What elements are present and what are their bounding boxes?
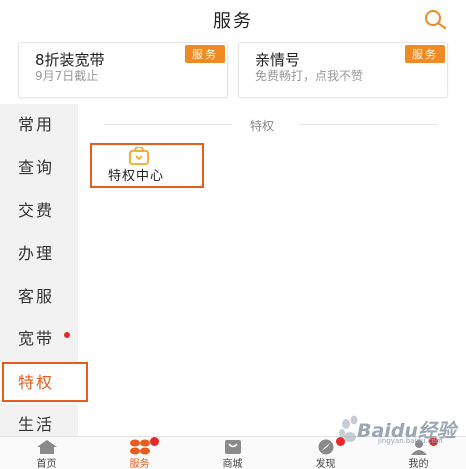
sidebar-item-label: 生活	[18, 415, 55, 434]
sidebar-item-handle[interactable]: 办理	[0, 233, 78, 275]
tab-mall[interactable]: 商城	[186, 437, 279, 469]
highlight-box	[2, 362, 88, 402]
sidebar-item-label: 交费	[18, 201, 55, 220]
notification-badge	[150, 437, 159, 446]
section-divider-right	[300, 124, 438, 125]
sidebar-item-label: 常用	[18, 115, 55, 134]
privilege-bag-icon	[129, 147, 149, 165]
promo-card-family-number[interactable]: 亲情号 免费畅打，点我不赞 服务	[238, 42, 448, 98]
sidebar-item-payment[interactable]: 交费	[0, 190, 78, 232]
tab-service[interactable]: 服务	[93, 437, 186, 469]
tab-label: 我的	[408, 459, 429, 469]
tab-label: 服务	[129, 459, 150, 469]
sidebar-item-broadband[interactable]: 宽带	[0, 318, 78, 360]
tab-home[interactable]: 首页	[0, 437, 93, 469]
sidebar-item-label: 客服	[18, 287, 55, 306]
promo-card-broadband[interactable]: 8折装宽带 9月7日截止 服务	[18, 42, 228, 98]
tab-label: 发现	[315, 459, 336, 469]
section-label: 特权	[250, 119, 275, 133]
mall-bag-icon	[225, 440, 241, 454]
home-icon	[37, 440, 57, 454]
tab-label: 商城	[222, 459, 243, 469]
service-grid-icon	[130, 439, 150, 455]
new-badge-dot	[64, 332, 70, 338]
sidebar-item-customer-service[interactable]: 客服	[0, 276, 78, 318]
tab-label: 首页	[36, 459, 57, 469]
promo-cards: 8折装宽带 9月7日截止 服务 亲情号 免费畅打，点我不赞 服务	[0, 38, 466, 100]
privilege-center-tile[interactable]: 特权中心	[90, 143, 204, 188]
header: 服务	[0, 0, 466, 36]
sidebar-item-privilege[interactable]: 特权	[0, 362, 88, 404]
service-tag: 服务	[405, 45, 445, 63]
compass-icon	[318, 439, 334, 455]
tile-label: 特权中心	[108, 169, 165, 184]
category-sidebar: 常用 查询 交费 办理 客服 宽带 特权 生活	[0, 104, 88, 436]
service-tag: 服务	[185, 45, 225, 63]
sidebar-item-query[interactable]: 查询	[0, 147, 78, 189]
promo-card-subtitle: 免费畅打，点我不赞	[255, 69, 364, 83]
sidebar-item-label: 宽带	[18, 329, 55, 348]
page-title: 服务	[213, 11, 253, 32]
section-divider-left	[104, 124, 232, 125]
promo-card-subtitle: 9月7日截止	[35, 69, 99, 83]
watermark-subtext: jingyan.baidu.com	[378, 437, 443, 445]
search-icon[interactable]	[422, 8, 448, 30]
sidebar-item-common[interactable]: 常用	[0, 104, 78, 146]
sidebar-item-label: 查询	[18, 158, 55, 177]
sidebar-item-label: 办理	[18, 244, 55, 263]
